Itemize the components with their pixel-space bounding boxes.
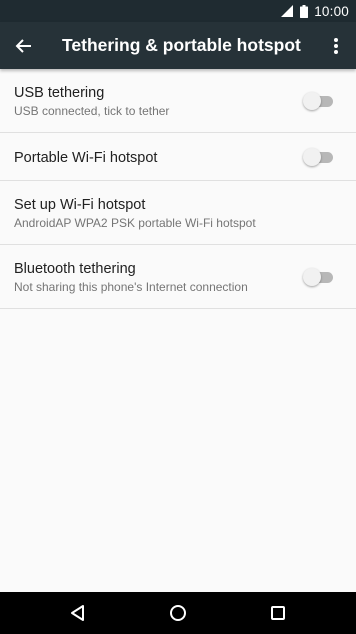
signal-icon: [281, 5, 294, 17]
item-title: Bluetooth tethering: [14, 261, 136, 277]
status-bar: 10:00: [0, 0, 356, 22]
nav-back-button[interactable]: [54, 592, 102, 634]
item-summary: Not sharing this phone's Internet connec…: [14, 280, 248, 294]
switch-thumb: [303, 268, 321, 286]
portable-wifi-hotspot-item[interactable]: Portable Wi-Fi hotspot: [0, 133, 356, 181]
nav-home-button[interactable]: [154, 592, 202, 634]
usb-tethering-switch[interactable]: [303, 91, 333, 111]
usb-tethering-item[interactable]: USB tethering USB connected, tick to tet…: [0, 69, 356, 133]
battery-icon: [300, 4, 309, 18]
item-title: Set up Wi-Fi hotspot: [14, 197, 146, 213]
back-arrow-icon: [15, 38, 31, 53]
navigation-bar: [0, 592, 356, 634]
bluetooth-tethering-item[interactable]: Bluetooth tethering Not sharing this pho…: [0, 245, 356, 309]
setup-wifi-hotspot-item[interactable]: Set up Wi-Fi hotspot AndroidAP WPA2 PSK …: [0, 181, 356, 245]
portable-wifi-hotspot-switch[interactable]: [303, 147, 333, 167]
item-title: USB tethering: [14, 85, 105, 101]
back-icon: [71, 605, 84, 621]
app-bar: Tethering & portable hotspot: [0, 22, 356, 69]
more-options-button[interactable]: [324, 22, 348, 69]
back-arrow-button[interactable]: [0, 22, 48, 69]
bluetooth-tethering-switch[interactable]: [303, 267, 333, 287]
page-title: Tethering & portable hotspot: [62, 35, 301, 55]
item-title: Portable Wi-Fi hotspot: [14, 150, 158, 166]
more-vert-icon: [334, 37, 338, 54]
item-summary: AndroidAP WPA2 PSK portable Wi-Fi hotspo…: [14, 216, 256, 230]
settings-list: USB tethering USB connected, tick to tet…: [0, 69, 356, 309]
switch-thumb: [303, 148, 321, 166]
switch-thumb: [303, 92, 321, 110]
item-summary: USB connected, tick to tether: [14, 104, 170, 118]
recents-icon: [271, 606, 285, 620]
status-time: 10:00: [314, 3, 349, 19]
home-icon: [170, 605, 186, 621]
nav-recents-button[interactable]: [254, 592, 302, 634]
